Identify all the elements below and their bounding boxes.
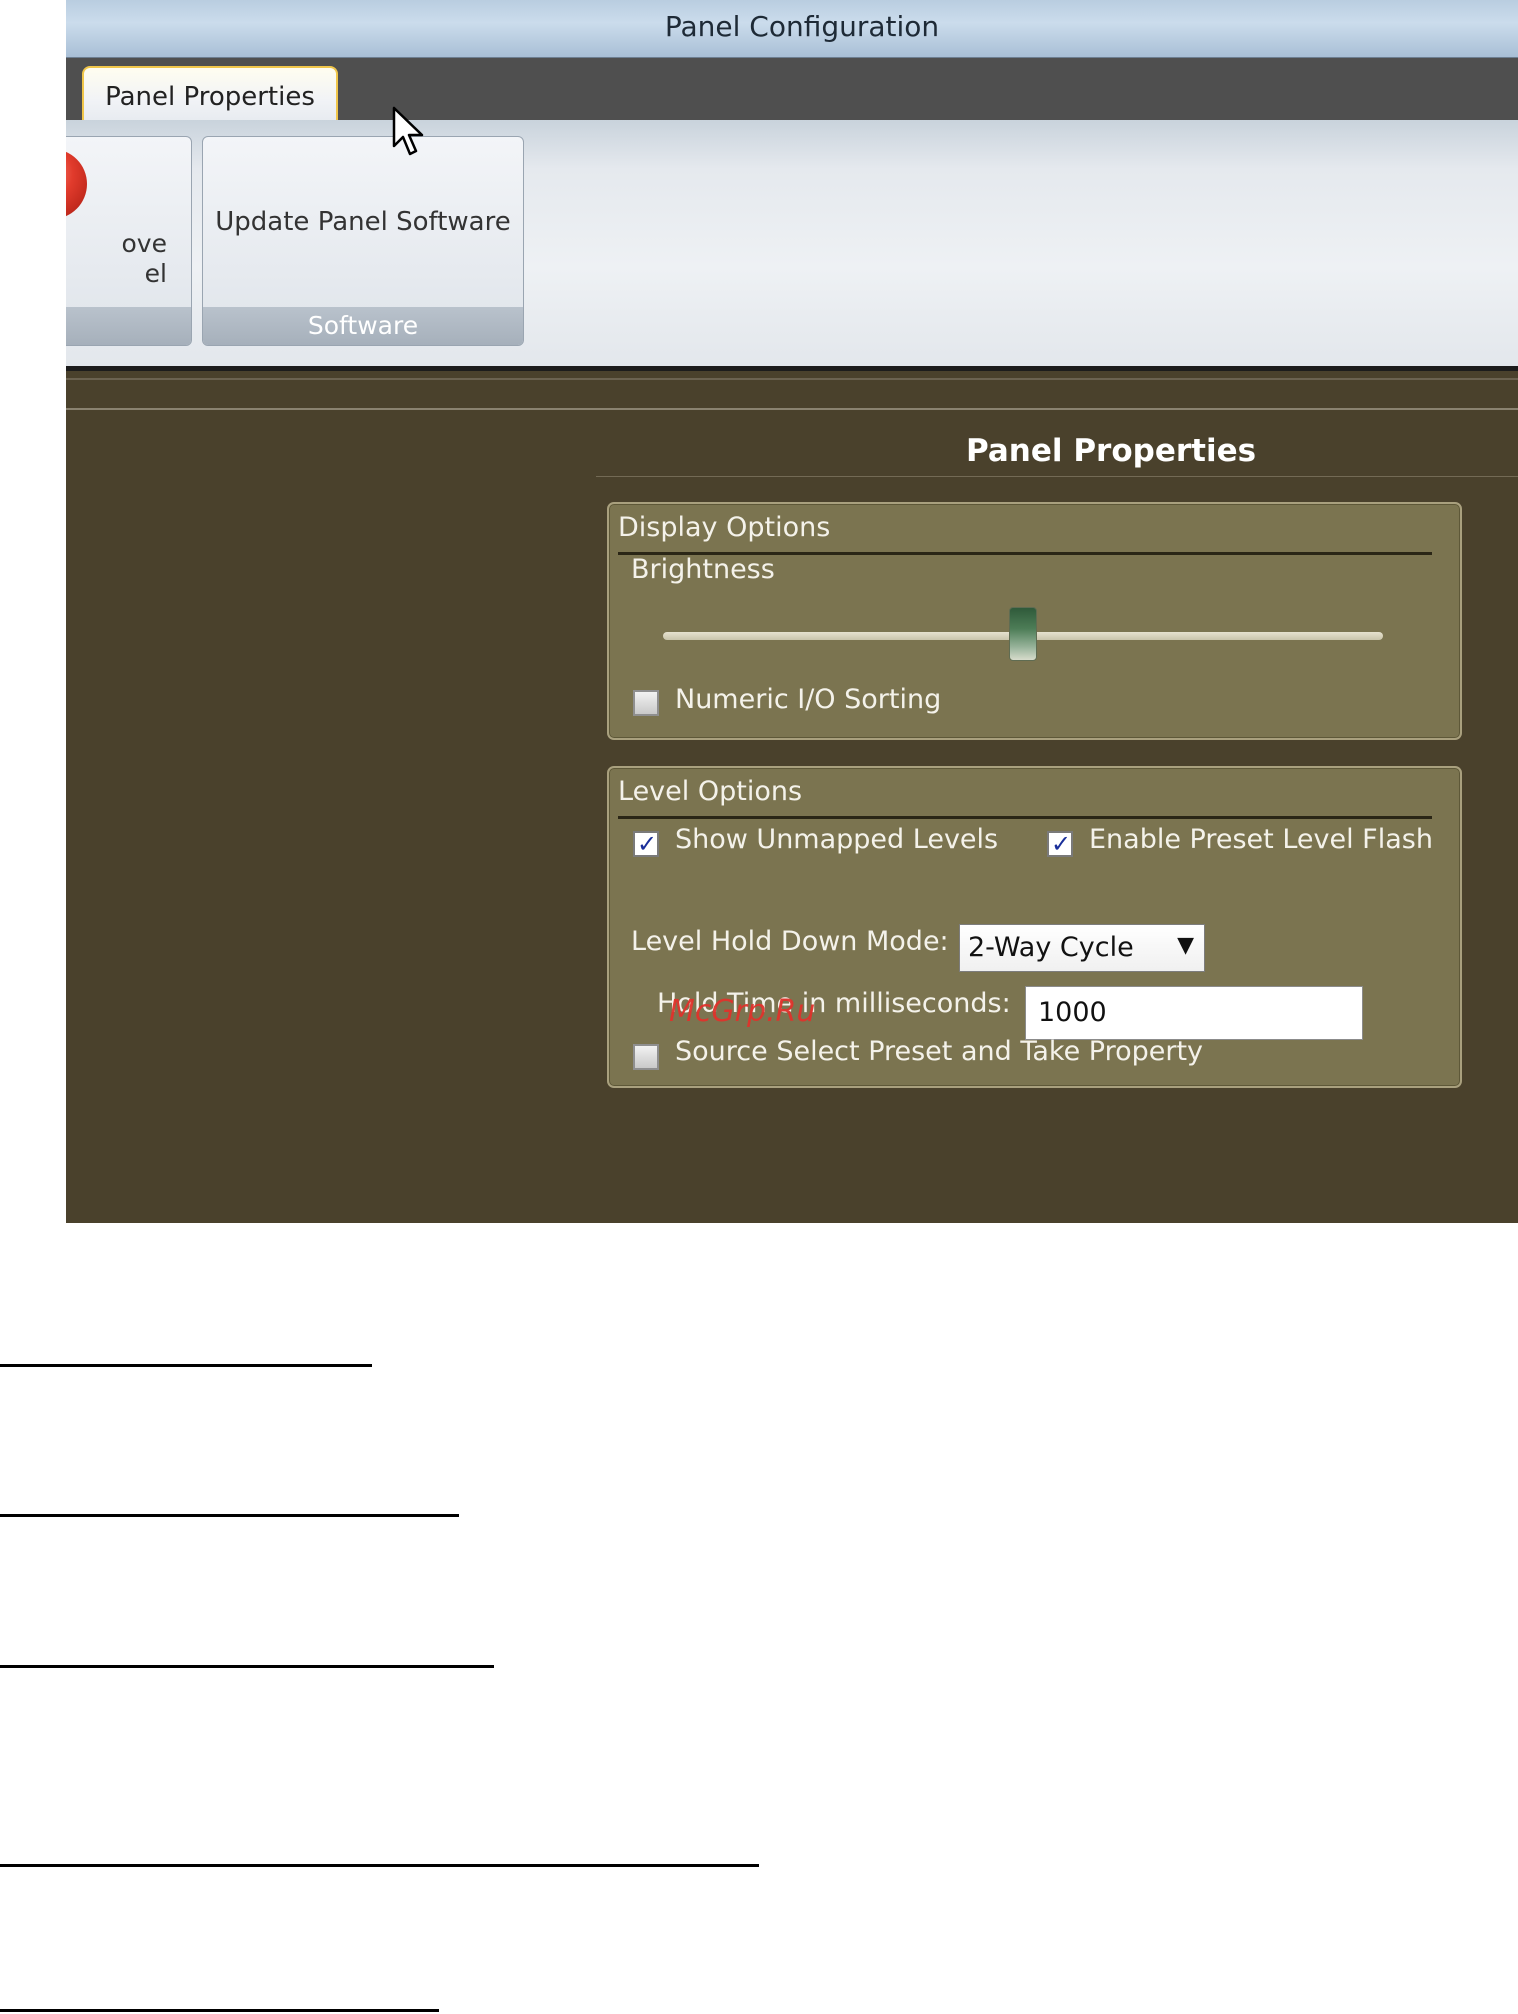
hold-time-value: 1000 xyxy=(1038,997,1107,1028)
ribbon-group-software: Update Panel Software Software xyxy=(202,136,524,346)
blank-line xyxy=(0,1665,494,1668)
blank-line xyxy=(0,2009,439,2012)
window-title: Panel Configuration xyxy=(664,10,940,43)
checkmark-icon: ✓ xyxy=(637,830,658,858)
watermark: McGrp.Ru xyxy=(669,994,816,1029)
legend-underline xyxy=(618,816,1432,819)
divider xyxy=(596,476,1518,477)
blank-line xyxy=(0,1514,459,1517)
show-unmapped-label: Show Unmapped Levels xyxy=(675,824,999,855)
display-options-group: Display Options Brightness Numeric I/O S… xyxy=(607,502,1462,740)
level-options-legend: Level Options xyxy=(618,776,803,807)
page-title: Panel Properties xyxy=(966,433,1257,469)
mouse-cursor-icon xyxy=(392,106,424,156)
remove-panel-button[interactable]: ove el xyxy=(67,229,167,289)
tab-label: Panel Properties xyxy=(105,82,315,112)
chevron-down-icon: ▼ xyxy=(1177,933,1194,958)
update-panel-software-button[interactable]: Update Panel Software xyxy=(203,207,523,237)
display-options-legend: Display Options xyxy=(618,512,831,543)
source-select-label: Source Select Preset and Take Property xyxy=(675,1036,1204,1067)
title-bar: Panel Configuration xyxy=(66,0,1518,58)
tab-panel-properties[interactable]: Panel Properties xyxy=(82,66,338,122)
software-group-label: Software xyxy=(203,307,523,345)
divider xyxy=(66,408,1518,410)
numeric-sorting-checkbox[interactable] xyxy=(633,690,659,716)
enable-flash-label: Enable Preset Level Flash xyxy=(1089,824,1433,855)
screenshot-window: Panel Configuration Panel Properties ove… xyxy=(66,0,1518,1223)
checkmark-icon: ✓ xyxy=(1051,830,1072,858)
numeric-sorting-label: Numeric I/O Sorting xyxy=(675,684,942,715)
brightness-slider-thumb[interactable] xyxy=(1009,607,1037,661)
divider xyxy=(66,378,1518,380)
hold-down-mode-value: 2-Way Cycle xyxy=(968,932,1134,963)
ribbon: ove el Update Panel Software Software xyxy=(66,120,1518,371)
ribbon-group-panel: ove el xyxy=(66,136,192,346)
remove-label-line1: ove xyxy=(121,229,167,258)
remove-label-line2: el xyxy=(144,259,167,288)
remove-panel-icon[interactable] xyxy=(66,149,87,219)
hold-down-mode-select[interactable]: 2-Way Cycle ▼ xyxy=(959,924,1205,972)
ribbon-tab-row: Panel Properties xyxy=(66,58,1518,122)
hold-time-input[interactable]: 1000 xyxy=(1025,986,1363,1040)
ribbon-group-label xyxy=(66,307,191,345)
hold-down-mode-label: Level Hold Down Mode: xyxy=(631,926,949,957)
blank-line xyxy=(0,1864,759,1867)
blank-line xyxy=(0,1364,372,1367)
enable-flash-checkbox[interactable]: ✓ xyxy=(1047,830,1073,858)
brightness-label: Brightness xyxy=(631,554,775,585)
show-unmapped-checkbox[interactable]: ✓ xyxy=(633,830,659,858)
source-select-checkbox[interactable] xyxy=(633,1044,659,1070)
level-options-group: Level Options ✓ Show Unmapped Levels ✓ E… xyxy=(607,766,1462,1088)
